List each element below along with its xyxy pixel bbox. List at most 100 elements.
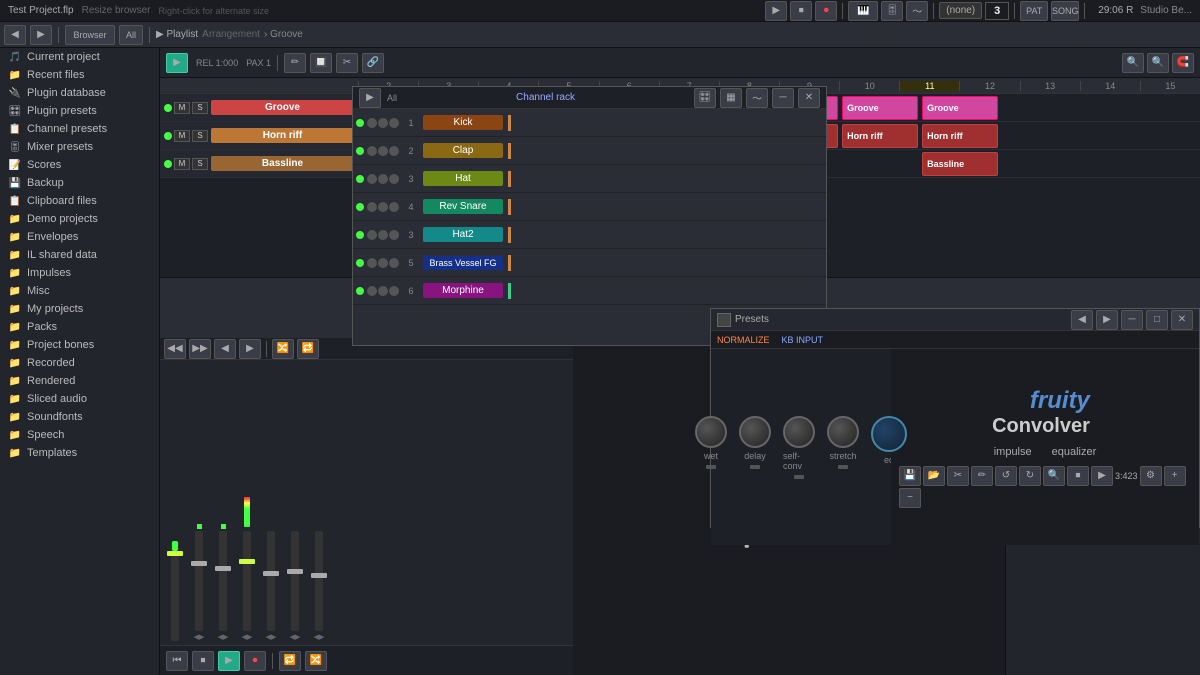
clap-btn1[interactable]	[367, 146, 377, 156]
bassline-solo[interactable]: S	[192, 158, 208, 170]
sidebar-item-misc[interactable]: 📁 Misc	[0, 282, 159, 300]
plugin-prev-btn[interactable]: ◀	[1071, 310, 1093, 330]
fader-3-thumb[interactable]	[239, 559, 255, 564]
transport-play[interactable]: ▶	[218, 651, 240, 671]
kick-btn3[interactable]	[389, 118, 399, 128]
bassline-name-btn[interactable]: Bassline	[211, 156, 354, 171]
transport-loop[interactable]: 🔁	[279, 651, 301, 671]
block-bassline-1[interactable]: Bassline	[922, 152, 998, 176]
morph-btn2[interactable]	[378, 286, 388, 296]
brass-btn3[interactable]	[389, 258, 399, 268]
knob-delay[interactable]	[739, 416, 771, 448]
p-btn-3[interactable]: ✂	[947, 466, 969, 486]
mx-btn-4[interactable]: ▶	[239, 339, 261, 359]
playlist-play-btn[interactable]: ▶	[166, 53, 188, 73]
rack-play-btn[interactable]: ▶	[359, 88, 381, 108]
sidebar-item-il-shared[interactable]: 📁 IL shared data	[0, 246, 159, 264]
sidebar-item-my-projects[interactable]: 📁 My projects	[0, 300, 159, 318]
sidebar-item-project-bones[interactable]: 📁 Project bones	[0, 336, 159, 354]
transport-rec[interactable]: ⏺	[244, 651, 266, 671]
sidebar-item-rendered[interactable]: 📁 Rendered	[0, 372, 159, 390]
groove-solo[interactable]: S	[192, 102, 208, 114]
sidebar-item-impulses[interactable]: 📁 Impulses	[0, 264, 159, 282]
p-btn-4[interactable]: ✏	[971, 466, 993, 486]
rack-knob-btn[interactable]: 🎛	[694, 88, 716, 108]
hat2-btn2[interactable]	[378, 230, 388, 240]
zoom-in-btn[interactable]: 🔍	[1122, 53, 1144, 73]
sidebar-item-scores[interactable]: 📝 Scores	[0, 156, 159, 174]
toolbar-icon-1[interactable]: ▶	[765, 1, 787, 21]
toolbar-icon-record[interactable]: ⏺	[815, 1, 837, 21]
p-btn-2[interactable]: 📂	[923, 466, 945, 486]
mx-btn-3[interactable]: ◀	[214, 339, 236, 359]
fader-6-thumb[interactable]	[311, 573, 327, 578]
revsnare-btn3[interactable]	[389, 202, 399, 212]
sidebar-item-backup[interactable]: 💾 Backup	[0, 174, 159, 192]
sidebar-item-speech[interactable]: 📁 Speech	[0, 426, 159, 444]
fader-5-thumb[interactable]	[287, 569, 303, 574]
mx-btn-6[interactable]: 🔁	[297, 339, 319, 359]
brass-btn1[interactable]	[367, 258, 377, 268]
sidebar-item-envelopes[interactable]: 📁 Envelopes	[0, 228, 159, 246]
playlist-tool-2[interactable]: 🔲	[310, 53, 332, 73]
p-btn-5[interactable]: ↺	[995, 466, 1017, 486]
clap-name[interactable]: Clap	[423, 143, 503, 158]
groove-name-btn[interactable]: Groove	[211, 100, 354, 115]
kick-name[interactable]: Kick	[423, 115, 503, 130]
snap-btn[interactable]: 🧲	[1172, 53, 1194, 73]
sidebar-item-soundfonts[interactable]: 📁 Soundfonts	[0, 408, 159, 426]
morph-name[interactable]: Morphine	[423, 283, 503, 298]
sidebar-item-packs[interactable]: 📁 Packs	[0, 318, 159, 336]
fader-0-thumb[interactable]	[167, 551, 183, 556]
hat2-btn1[interactable]	[367, 230, 377, 240]
toolbar-icon-2[interactable]: ⏹	[790, 1, 812, 21]
playlist-tool-3[interactable]: ✂	[336, 53, 358, 73]
sidebar-item-plugin-database[interactable]: 🔌 Plugin database	[0, 84, 159, 102]
block-horn-4[interactable]: Horn riff	[922, 124, 998, 148]
knob-selfconv[interactable]	[783, 416, 815, 448]
p-btn-6[interactable]: ↻	[1019, 466, 1041, 486]
p-btn-1[interactable]: 💾	[899, 466, 921, 486]
p-btn-8[interactable]: ⏹	[1067, 466, 1089, 486]
sidebar-item-current-project[interactable]: 🎵 Current project	[0, 48, 159, 66]
sidebar-item-mixer-presets[interactable]: 🎚 Mixer presets	[0, 138, 159, 156]
groove-mute[interactable]: M	[174, 102, 190, 114]
morph-btn1[interactable]	[367, 286, 377, 296]
hat-btn2[interactable]	[378, 174, 388, 184]
hat-btn3[interactable]	[389, 174, 399, 184]
mx-btn-1[interactable]: ◀◀	[164, 339, 186, 359]
rack-grid-btn[interactable]: ▦	[720, 88, 742, 108]
toolbar-icon-piano[interactable]: 🎹	[848, 1, 878, 21]
mx-btn-5[interactable]: 🔀	[272, 339, 294, 359]
plugin-min-btn[interactable]: ─	[1121, 310, 1143, 330]
p-btn-9[interactable]: ▶	[1091, 466, 1113, 486]
plugin-max-btn[interactable]: □	[1146, 310, 1168, 330]
browser-btn[interactable]: Browser	[65, 25, 115, 45]
hat2-name[interactable]: Hat2	[423, 227, 503, 242]
p-btn-11[interactable]: +	[1164, 466, 1186, 486]
plugin-close-btn[interactable]: ✕	[1171, 310, 1193, 330]
transport-stop[interactable]: ⏹	[192, 651, 214, 671]
knob-wet[interactable]	[695, 416, 727, 448]
horn-mute[interactable]: M	[174, 130, 190, 142]
hat-btn1[interactable]	[367, 174, 377, 184]
clap-btn2[interactable]	[378, 146, 388, 156]
sidebar-item-templates[interactable]: 📁 Templates	[0, 444, 159, 462]
morph-btn3[interactable]	[389, 286, 399, 296]
fader-1-thumb[interactable]	[191, 561, 207, 566]
brass-name[interactable]: Brass Vessel FG	[423, 256, 503, 270]
plugin-next-btn[interactable]: ▶	[1096, 310, 1118, 330]
kick-btn1[interactable]	[367, 118, 377, 128]
rack-close-btn[interactable]: ✕	[798, 88, 820, 108]
revsnare-btn2[interactable]	[378, 202, 388, 212]
p-btn-12[interactable]: −	[899, 488, 921, 508]
brass-btn2[interactable]	[378, 258, 388, 268]
rack-wave-btn[interactable]: 〜	[746, 88, 768, 108]
zoom-out-btn[interactable]: 🔍	[1147, 53, 1169, 73]
p-btn-7[interactable]: 🔍	[1043, 466, 1065, 486]
sidebar-item-plugin-presets[interactable]: 🎛 Plugin presets	[0, 102, 159, 120]
sidebar-item-sliced-audio[interactable]: 📁 Sliced audio	[0, 390, 159, 408]
fader-4-thumb[interactable]	[263, 571, 279, 576]
transport-prev[interactable]: ⏮	[166, 651, 188, 671]
revsnare-name[interactable]: Rev Snare	[423, 199, 503, 214]
